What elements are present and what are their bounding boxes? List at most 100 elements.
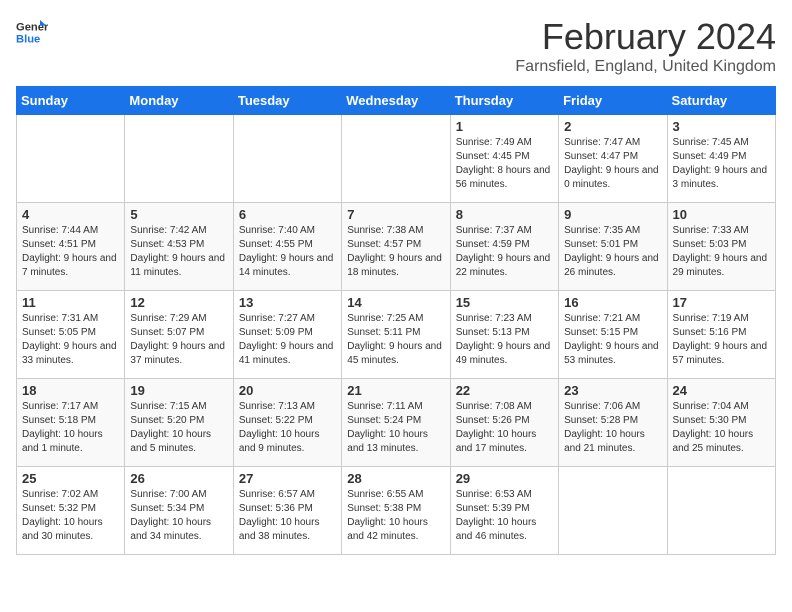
day-number: 13 [239,295,336,310]
day-cell: 24Sunrise: 7:04 AMSunset: 5:30 PMDayligh… [667,379,775,467]
day-info: Sunrise: 7:37 AMSunset: 4:59 PMDaylight:… [456,224,553,280]
day-cell: 29Sunrise: 6:53 AMSunset: 5:39 PMDayligh… [450,467,558,555]
day-number: 3 [673,119,770,134]
day-number: 1 [456,119,553,134]
day-number: 2 [564,119,661,134]
header-cell-tuesday: Tuesday [233,87,341,115]
day-cell: 8 Sunrise: 7:37 AMSunset: 4:59 PMDaylight… [450,203,558,291]
day-info: Sunrise: 7:15 AMSunset: 5:20 PMDaylight:… [130,400,227,456]
day-number: 17 [673,295,770,310]
day-cell: 14 Sunrise: 7:25 AMSunset: 5:11 PMDayligh… [342,291,450,379]
day-cell: 12 Sunrise: 7:29 AMSunset: 5:07 PMDayligh… [125,291,233,379]
svg-text:Blue: Blue [16,33,40,45]
day-cell: 27Sunrise: 6:57 AMSunset: 5:36 PMDayligh… [233,467,341,555]
week-row-3: 18 Sunrise: 7:17 AMSunset: 5:18 PMDayligh… [17,379,776,467]
day-cell: 9 Sunrise: 7:35 AMSunset: 5:01 PMDaylight… [559,203,667,291]
day-info: Sunrise: 7:25 AMSunset: 5:11 PMDaylight:… [347,312,444,368]
day-cell: 1 Sunrise: 7:49 AMSunset: 4:45 PMDaylight… [450,115,558,203]
day-info: Sunrise: 7:38 AMSunset: 4:57 PMDaylight:… [347,224,444,280]
day-cell: 4 Sunrise: 7:44 AMSunset: 4:51 PMDaylight… [17,203,125,291]
header-row: SundayMondayTuesdayWednesdayThursdayFrid… [17,87,776,115]
day-info: Sunrise: 6:57 AMSunset: 5:36 PMDaylight:… [239,488,336,544]
header-cell-saturday: Saturday [667,87,775,115]
week-row-1: 4 Sunrise: 7:44 AMSunset: 4:51 PMDaylight… [17,203,776,291]
day-info: Sunrise: 6:55 AMSunset: 5:38 PMDaylight:… [347,488,444,544]
day-cell [667,467,775,555]
logo-icon: General Blue [16,16,48,48]
day-cell: 2 Sunrise: 7:47 AMSunset: 4:47 PMDaylight… [559,115,667,203]
header-cell-monday: Monday [125,87,233,115]
day-cell: 19Sunrise: 7:15 AMSunset: 5:20 PMDayligh… [125,379,233,467]
day-info: Sunrise: 7:02 AMSunset: 5:32 PMDaylight:… [22,488,119,544]
day-cell: 15 Sunrise: 7:23 AMSunset: 5:13 PMDayligh… [450,291,558,379]
day-number: 8 [456,207,553,222]
day-info: Sunrise: 7:35 AMSunset: 5:01 PMDaylight:… [564,224,661,280]
day-number: 16 [564,295,661,310]
day-number: 9 [564,207,661,222]
header-cell-friday: Friday [559,87,667,115]
day-info: Sunrise: 7:29 AMSunset: 5:07 PMDaylight:… [130,312,227,368]
day-number: 7 [347,207,444,222]
calendar-header: SundayMondayTuesdayWednesdayThursdayFrid… [17,87,776,115]
day-info: Sunrise: 7:31 AMSunset: 5:05 PMDaylight:… [22,312,119,368]
day-cell [125,115,233,203]
day-cell: 17 Sunrise: 7:19 AMSunset: 5:16 PMDayligh… [667,291,775,379]
day-cell: 7 Sunrise: 7:38 AMSunset: 4:57 PMDaylight… [342,203,450,291]
week-row-2: 11 Sunrise: 7:31 AMSunset: 5:05 PMDayligh… [17,291,776,379]
day-number: 25 [22,471,119,486]
title-area: February 2024 Farnsfield, England, Unite… [515,16,776,76]
day-info: Sunrise: 7:17 AMSunset: 5:18 PMDaylight:… [22,400,119,456]
day-cell: 28 Sunrise: 6:55 AMSunset: 5:38 PMDayligh… [342,467,450,555]
day-info: Sunrise: 7:06 AMSunset: 5:28 PMDaylight:… [564,400,661,456]
day-info: Sunrise: 7:47 AMSunset: 4:47 PMDaylight:… [564,136,661,192]
calendar-table: SundayMondayTuesdayWednesdayThursdayFrid… [16,86,776,555]
header-cell-sunday: Sunday [17,87,125,115]
day-info: Sunrise: 7:40 AMSunset: 4:55 PMDaylight:… [239,224,336,280]
day-number: 11 [22,295,119,310]
day-cell: 18 Sunrise: 7:17 AMSunset: 5:18 PMDayligh… [17,379,125,467]
day-number: 5 [130,207,227,222]
day-cell: 10 Sunrise: 7:33 AMSunset: 5:03 PMDayligh… [667,203,775,291]
header: General Blue February 2024 Farnsfield, E… [16,16,776,76]
day-cell [233,115,341,203]
day-info: Sunrise: 7:23 AMSunset: 5:13 PMDaylight:… [456,312,553,368]
day-info: Sunrise: 7:33 AMSunset: 5:03 PMDaylight:… [673,224,770,280]
day-cell: 25 Sunrise: 7:02 AMSunset: 5:32 PMDayligh… [17,467,125,555]
logo: General Blue [16,16,48,48]
day-number: 12 [130,295,227,310]
day-cell [342,115,450,203]
day-number: 6 [239,207,336,222]
day-number: 26 [130,471,227,486]
day-info: Sunrise: 7:21 AMSunset: 5:15 PMDaylight:… [564,312,661,368]
day-number: 18 [22,383,119,398]
day-info: Sunrise: 7:49 AMSunset: 4:45 PMDaylight:… [456,136,553,192]
day-cell: 3 Sunrise: 7:45 AMSunset: 4:49 PMDaylight… [667,115,775,203]
day-number: 15 [456,295,553,310]
day-cell: 6 Sunrise: 7:40 AMSunset: 4:55 PMDaylight… [233,203,341,291]
day-info: Sunrise: 7:27 AMSunset: 5:09 PMDaylight:… [239,312,336,368]
day-cell: 11 Sunrise: 7:31 AMSunset: 5:05 PMDayligh… [17,291,125,379]
day-number: 4 [22,207,119,222]
week-row-4: 25 Sunrise: 7:02 AMSunset: 5:32 PMDayligh… [17,467,776,555]
day-info: Sunrise: 7:11 AMSunset: 5:24 PMDaylight:… [347,400,444,456]
day-info: Sunrise: 7:44 AMSunset: 4:51 PMDaylight:… [22,224,119,280]
day-number: 29 [456,471,553,486]
day-number: 10 [673,207,770,222]
header-cell-wednesday: Wednesday [342,87,450,115]
day-number: 24 [673,383,770,398]
day-number: 21 [347,383,444,398]
day-cell: 16 Sunrise: 7:21 AMSunset: 5:15 PMDayligh… [559,291,667,379]
day-number: 14 [347,295,444,310]
day-info: Sunrise: 7:19 AMSunset: 5:16 PMDaylight:… [673,312,770,368]
day-cell: 26Sunrise: 7:00 AMSunset: 5:34 PMDayligh… [125,467,233,555]
day-cell: 22Sunrise: 7:08 AMSunset: 5:26 PMDayligh… [450,379,558,467]
day-info: Sunrise: 7:45 AMSunset: 4:49 PMDaylight:… [673,136,770,192]
day-number: 28 [347,471,444,486]
day-cell [559,467,667,555]
calendar-body: 1 Sunrise: 7:49 AMSunset: 4:45 PMDaylight… [17,115,776,555]
day-cell: 13 Sunrise: 7:27 AMSunset: 5:09 PMDayligh… [233,291,341,379]
day-cell: 20Sunrise: 7:13 AMSunset: 5:22 PMDayligh… [233,379,341,467]
day-info: Sunrise: 7:08 AMSunset: 5:26 PMDaylight:… [456,400,553,456]
header-cell-thursday: Thursday [450,87,558,115]
day-cell: 21 Sunrise: 7:11 AMSunset: 5:24 PMDayligh… [342,379,450,467]
